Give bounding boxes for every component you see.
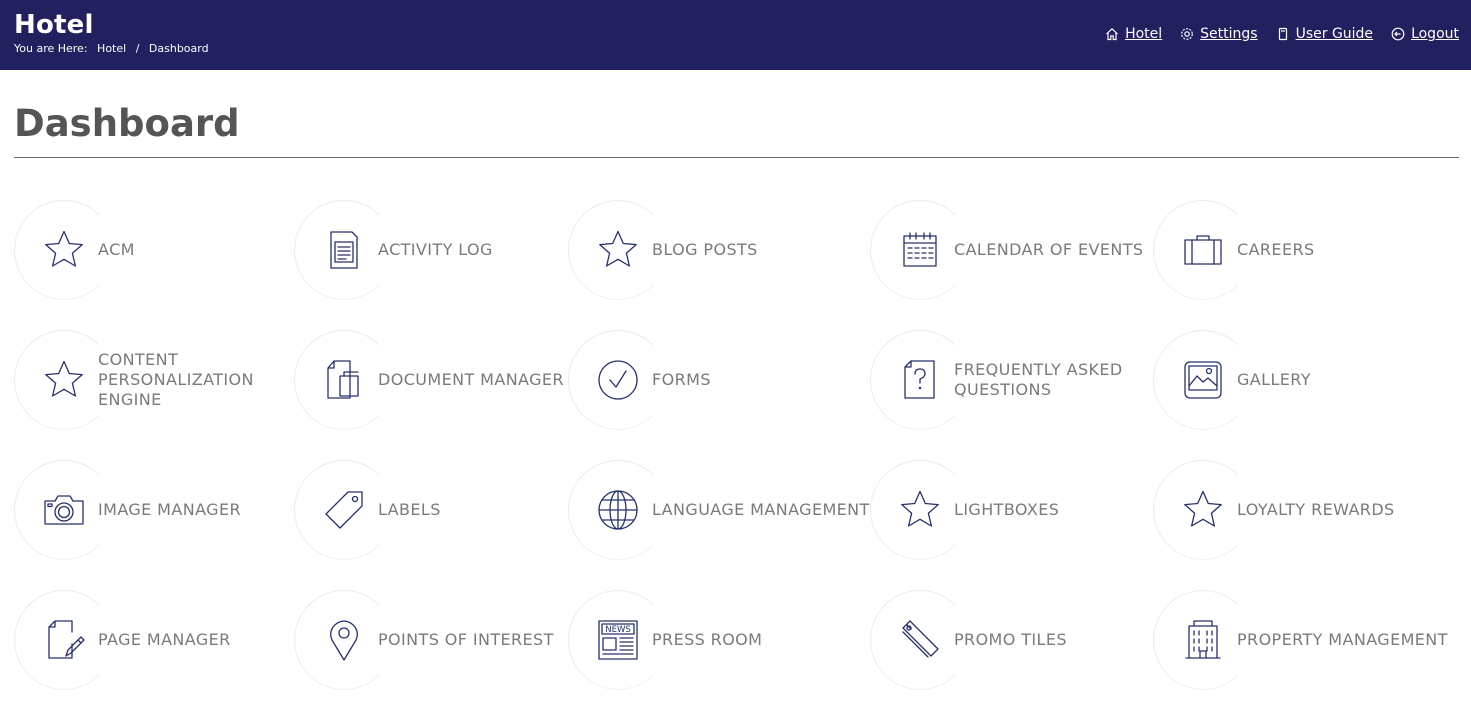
tile-label: CAREERS [1237, 240, 1315, 259]
tile-label: BLOG POSTS [652, 240, 758, 259]
check-circle-icon [596, 358, 640, 402]
newspaper-icon: NEWS [596, 618, 640, 662]
tile-label: LABELS [378, 500, 441, 519]
page-title: Dashboard [14, 102, 240, 145]
home-icon [1106, 27, 1118, 41]
tile-label: PAGE MANAGER [98, 630, 231, 649]
star-icon [1181, 488, 1225, 532]
nav-logout-label: Logout [1411, 26, 1459, 42]
tile-label: CONTENT PERSONALIZATION ENGINE [98, 350, 254, 409]
copy-icon [322, 358, 366, 402]
globe-icon [596, 488, 640, 532]
nav-user-guide-label: User Guide [1295, 26, 1374, 42]
title-divider [14, 157, 1459, 158]
briefcase-icon [1181, 228, 1225, 272]
nav-hotel-link[interactable]: Hotel [1105, 24, 1162, 44]
tile-label: ACTIVITY LOG [378, 240, 493, 259]
tile-label: LOYALTY REWARDS [1237, 500, 1395, 519]
tile-label: DOCUMENT MANAGER [378, 370, 564, 389]
nav-settings-link[interactable]: Settings [1180, 24, 1258, 44]
tile-label: PRESS ROOM [652, 630, 763, 649]
tile-label: POINTS OF INTEREST [378, 630, 554, 649]
page-edit-icon [42, 618, 86, 662]
tile-label: FREQUENTLY ASKED QUESTIONS [954, 360, 1123, 399]
tile-label: ACM [98, 240, 135, 259]
breadcrumb: You are Here: Hotel / Dashboard [14, 42, 209, 56]
calendar-icon [898, 228, 942, 272]
nav-settings-label: Settings [1200, 26, 1258, 42]
star-icon [898, 488, 942, 532]
gear-icon [1181, 28, 1194, 40]
nav-hotel-label: Hotel [1125, 26, 1163, 42]
tile-label: PROPERTY MANAGEMENT [1237, 630, 1448, 649]
breadcrumb-separator: / [135, 42, 140, 55]
breadcrumb-prefix: You are Here: [14, 42, 88, 55]
tickets-icon [898, 618, 942, 662]
gallery-icon [1181, 358, 1225, 402]
svg-text:NEWS: NEWS [605, 625, 631, 635]
top-header: Hotel You are Here: Hotel / Dashboard Ho… [0, 0, 1471, 70]
building-icon [1181, 618, 1225, 662]
nav-user-guide-link[interactable]: User Guide [1276, 24, 1373, 44]
tag-icon [322, 488, 366, 532]
tile-label: LIGHTBOXES [954, 500, 1060, 519]
breadcrumb-hotel[interactable]: Hotel [97, 42, 126, 55]
book-icon [1278, 27, 1287, 41]
star-icon [596, 228, 640, 272]
tile-label: GALLERY [1237, 370, 1311, 389]
nav-logout-link[interactable]: Logout [1391, 24, 1459, 44]
logout-icon [1391, 27, 1405, 41]
tile-label: FORMS [652, 370, 711, 389]
star-icon [42, 228, 86, 272]
top-nav: Hotel Settings User Guide Logout [1087, 24, 1459, 44]
star-icon [42, 358, 86, 402]
map-pin-icon [322, 618, 366, 662]
document-icon [322, 228, 366, 272]
question-document-icon [898, 358, 942, 402]
tile-label: CALENDAR OF EVENTS [954, 240, 1144, 259]
tile-label: IMAGE MANAGER [98, 500, 241, 519]
app-title: Hotel [14, 10, 94, 40]
breadcrumb-current: Dashboard [148, 42, 209, 55]
camera-icon [42, 488, 86, 532]
tile-label: PROMO TILES [954, 630, 1067, 649]
tile-label: LANGUAGE MANAGEMENT [652, 500, 870, 519]
